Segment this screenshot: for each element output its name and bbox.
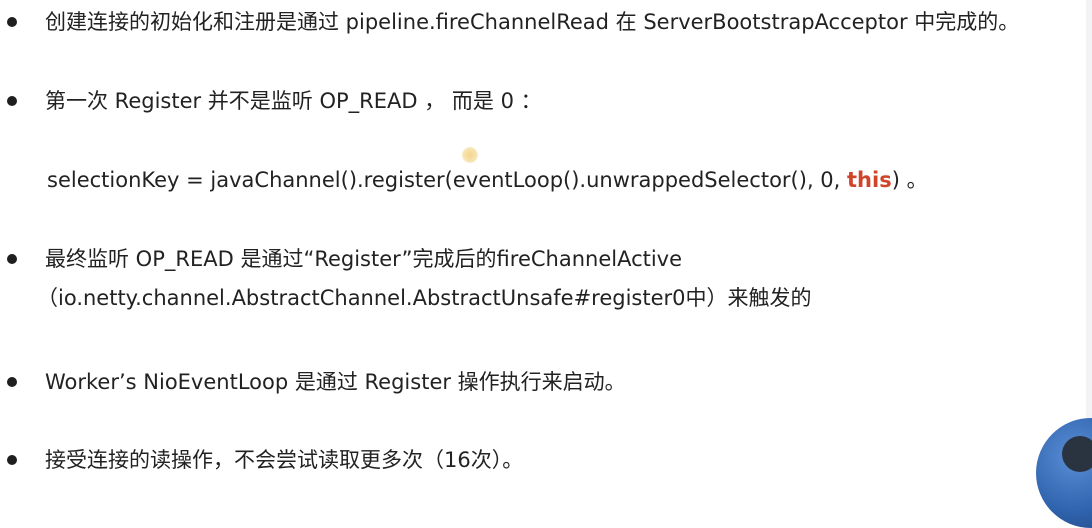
mouse-pointer-highlight [462, 147, 478, 163]
slide-content: 创建连接的初始化和注册是通过 pipeline.fireChannelRead … [0, 0, 1092, 528]
bullet-dot [7, 254, 17, 264]
code-prefix: selectionKey = javaChannel().register(ev… [47, 168, 848, 192]
code-keyword-this: this [847, 168, 892, 192]
presenter-avatar [1036, 418, 1092, 528]
bullet-dot [7, 455, 17, 465]
bullet-text-5: 接受连接的读操作，不会尝试读取更多次（16次）。 [45, 448, 524, 472]
code-suffix: ) 。 [891, 168, 928, 192]
bullet-dot [7, 17, 17, 27]
bullet-text-4: Worker’s NioEventLoop 是通过 Register 操作执行来… [45, 370, 626, 394]
code-snippet: selectionKey = javaChannel().register(ev… [47, 166, 928, 194]
bullet-text-2: 第一次 Register 并不是监听 OP_READ ， 而是 0 ： [45, 89, 542, 113]
avatar-face [1062, 436, 1092, 472]
scrollbar-track[interactable] [1086, 0, 1092, 475]
bullet-dot [7, 96, 17, 106]
bullet-dot [7, 377, 17, 387]
bullet-text-3: 最终监听 OP_READ 是通过“Register”完成后的fireChanne… [45, 247, 683, 271]
bullet-text-1: 创建连接的初始化和注册是通过 pipeline.fireChannelRead … [45, 10, 1020, 34]
bullet-text-3-continuation: （io.netty.channel.AbstractChannel.Abstra… [37, 286, 812, 310]
